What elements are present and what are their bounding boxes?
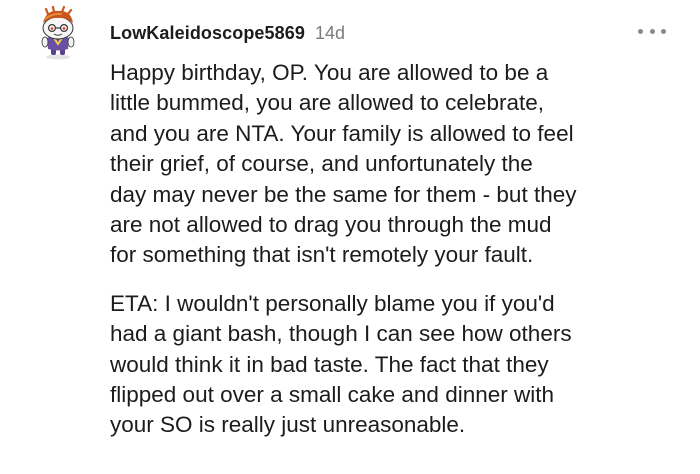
more-options-icon[interactable] [638,24,666,38]
username[interactable]: LowKaleidoscope5869 [110,23,305,44]
dot [638,28,643,34]
comment-age[interactable]: 14d [315,23,345,44]
comment-header: LowKaleidoscope5869 14d [110,20,345,46]
comment-body: Happy birthday, OP. You are allowed to b… [110,58,690,441]
comment: LowKaleidoscope5869 14d Happy birthday, … [0,0,700,474]
snoo-avatar-icon [41,5,75,60]
comment-paragraph: ETA: I wouldn't personally blame you if … [110,290,572,438]
dot [649,28,655,34]
dot [661,28,666,34]
avatar[interactable] [32,4,84,60]
comment-paragraph: Happy birthday, OP. You are allowed to b… [110,60,577,268]
